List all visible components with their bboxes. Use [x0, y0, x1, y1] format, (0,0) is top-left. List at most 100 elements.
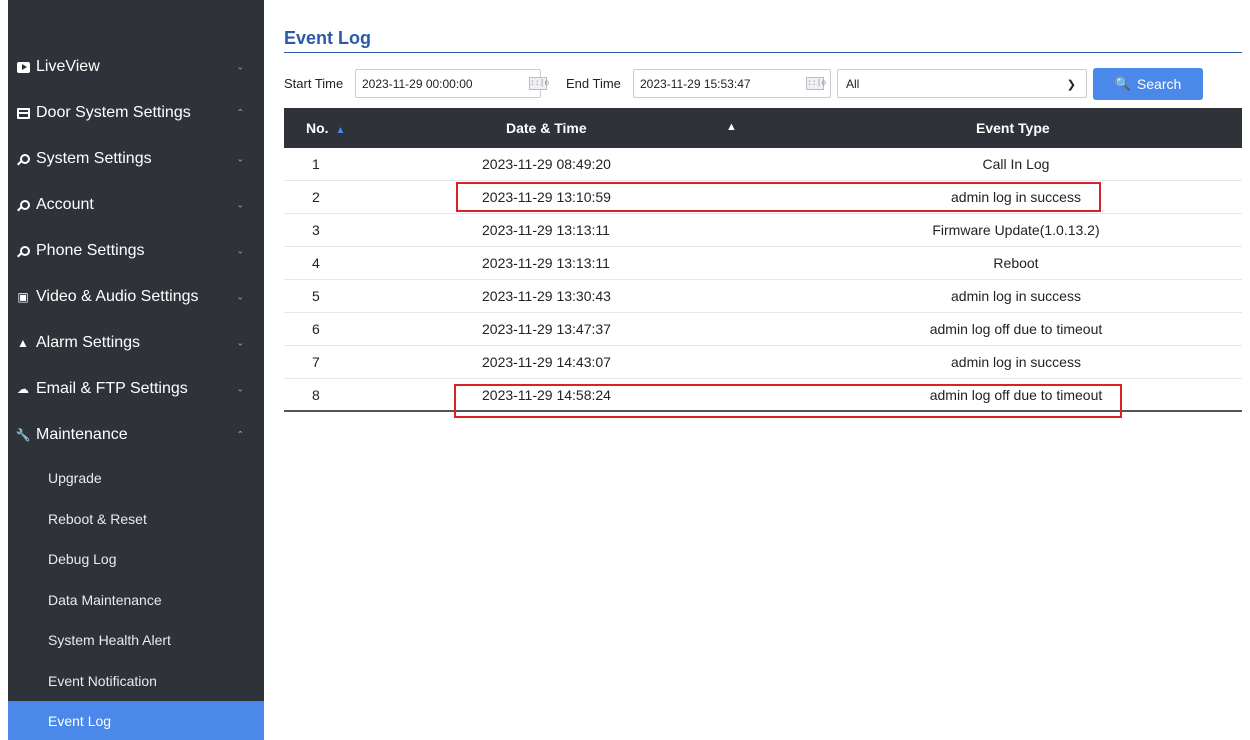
sidebar-item-video-audio-settings[interactable]: ▣ Video & Audio Settings ⌄	[8, 274, 264, 320]
submenu-item-reboot-reset[interactable]: Reboot & Reset	[8, 499, 264, 540]
camera-icon: ▣	[17, 290, 29, 304]
submenu-item-system-health-alert[interactable]: System Health Alert	[8, 620, 264, 661]
sidebar-item-label: Account	[36, 196, 94, 213]
column-header-event-type[interactable]: Event Type	[976, 120, 1050, 136]
sidebar-item-phone-settings[interactable]: Phone Settings ⌄	[8, 228, 264, 274]
key-icon	[16, 244, 30, 258]
chevron-down-icon: ⌄	[236, 245, 244, 256]
cell-datetime: 2023-11-29 13:13:11	[482, 222, 610, 238]
calendar-icon[interactable]: ::|o	[529, 77, 549, 90]
submenu-item-event-notification[interactable]: Event Notification	[8, 661, 264, 702]
cell-datetime: 2023-11-29 13:13:11	[482, 255, 610, 271]
table-row[interactable]: 2 2023-11-29 13:10:59 admin log in succe…	[284, 181, 1242, 214]
sidebar-item-email-ftp-settings[interactable]: ☁ Email & FTP Settings ⌄	[8, 366, 264, 412]
event-log-table: No. ▲ Date & Time ▲ Event Type 1 2023-11…	[284, 108, 1242, 412]
cell-event-type: admin log in success	[951, 189, 1081, 205]
end-time-label: End Time	[566, 76, 621, 91]
sidebar-item-system-settings[interactable]: System Settings ⌄	[8, 136, 264, 182]
sidebar-item-label: Phone Settings	[36, 242, 145, 259]
cell-event-type: Call In Log	[982, 156, 1050, 172]
card-icon	[16, 106, 30, 120]
sidebar-item-label: Maintenance	[36, 426, 128, 443]
table-header: No. ▲ Date & Time ▲ Event Type	[284, 108, 1242, 148]
event-type-select[interactable]: All ❯	[837, 69, 1087, 98]
cell-datetime: 2023-11-29 13:30:43	[482, 288, 611, 304]
sort-asc-icon: ▲	[335, 125, 346, 136]
key-icon	[16, 152, 30, 166]
cell-no: 1	[312, 156, 320, 172]
sidebar-item-label: Alarm Settings	[36, 334, 141, 351]
calendar-icon[interactable]: ::|o	[806, 77, 826, 90]
sidebar-item-account[interactable]: Account ⌄	[8, 182, 264, 228]
chevron-up-icon: ⌃	[236, 429, 244, 440]
chevron-down-icon: ⌄	[236, 337, 244, 348]
cell-event-type: Reboot	[993, 255, 1039, 271]
cell-no: 8	[312, 387, 320, 403]
sidebar-item-label: Door System Settings	[36, 104, 191, 121]
page-title: Event Log	[284, 28, 372, 48]
title-divider	[284, 52, 1242, 53]
table-row[interactable]: 3 2023-11-29 13:13:11 Firmware Update(1.…	[284, 214, 1242, 247]
table-row[interactable]: 5 2023-11-29 13:30:43 admin log in succe…	[284, 280, 1242, 313]
cell-datetime: 2023-11-29 14:43:07	[482, 354, 611, 370]
table-row[interactable]: 4 2023-11-29 13:13:11 Reboot	[284, 247, 1242, 280]
cell-datetime: 2023-11-29 13:47:37	[482, 321, 611, 337]
cell-datetime: 2023-11-29 14:58:24	[482, 387, 611, 403]
chevron-down-icon: ⌄	[236, 199, 244, 210]
chevron-down-icon: ⌄	[236, 61, 244, 72]
submenu-item-data-maintenance[interactable]: Data Maintenance	[8, 580, 264, 621]
start-time-label: Start Time	[284, 76, 344, 91]
table-body: 1 2023-11-29 08:49:20 Call In Log 2 2023…	[284, 148, 1242, 412]
search-button[interactable]: 🔍 Search	[1093, 68, 1203, 100]
cell-event-type: admin log off due to timeout	[929, 321, 1103, 337]
cell-event-type: Firmware Update(1.0.13.2)	[932, 222, 1100, 238]
cell-no: 5	[312, 288, 320, 304]
column-header-no[interactable]: No. ▲	[306, 120, 345, 136]
cell-datetime: 2023-11-29 13:10:59	[482, 189, 611, 205]
cell-no: 6	[312, 321, 320, 337]
bell-icon: ▲	[17, 336, 29, 350]
search-button-label: Search	[1136, 76, 1182, 92]
chevron-down-icon: ⌄	[236, 383, 244, 394]
wrench-icon: 🔧	[15, 428, 31, 442]
cell-datetime: 2023-11-29 08:49:20	[482, 156, 611, 172]
search-icon: 🔍	[1114, 76, 1131, 91]
filter-bar: Start Time ::|o End Time ::|o All ❯ 🔍 Se…	[284, 68, 1242, 100]
cell-event-type: admin log off due to timeout	[929, 387, 1103, 403]
chevron-down-icon: ❯	[1066, 79, 1076, 91]
table-row[interactable]: 6 2023-11-29 13:47:37 admin log off due …	[284, 313, 1242, 346]
main-content: Event Log Start Time ::|o End Time ::|o …	[284, 0, 1250, 740]
maintenance-submenu: Upgrade Reboot & Reset Debug Log Data Ma…	[8, 458, 264, 740]
sort-icon[interactable]: ▲	[726, 121, 737, 133]
sidebar-item-label: LiveView	[36, 58, 100, 75]
cell-no: 2	[312, 189, 320, 205]
sidebar-item-door-system-settings[interactable]: Door System Settings ⌃	[8, 90, 264, 136]
sidebar-item-liveview[interactable]: LiveView ⌄	[8, 44, 264, 90]
cell-no: 7	[312, 354, 320, 370]
table-row[interactable]: 8 2023-11-29 14:58:24 admin log off due …	[284, 379, 1242, 412]
end-time-input[interactable]	[633, 69, 831, 98]
column-header-datetime[interactable]: Date & Time	[506, 120, 587, 136]
submenu-item-debug-log[interactable]: Debug Log	[8, 539, 264, 580]
sidebar-item-label: Email & FTP Settings	[36, 380, 188, 397]
key-icon	[16, 198, 30, 212]
sidebar-item-label: System Settings	[36, 150, 152, 167]
event-type-selected: All	[846, 76, 860, 91]
sidebar-item-maintenance[interactable]: 🔧 Maintenance ⌃	[8, 412, 264, 458]
chevron-up-icon: ⌃	[236, 107, 244, 118]
cell-no: 3	[312, 222, 320, 238]
table-row[interactable]: 7 2023-11-29 14:43:07 admin log in succe…	[284, 346, 1242, 379]
start-time-input[interactable]	[355, 69, 541, 98]
submenu-item-event-log[interactable]: Event Log	[8, 701, 264, 740]
sidebar-nav: LiveView ⌄ Door System Settings ⌃ System…	[8, 44, 264, 740]
chevron-down-icon: ⌄	[236, 153, 244, 164]
column-header-label: No.	[306, 120, 329, 136]
cell-no: 4	[312, 255, 320, 271]
sidebar: LiveView ⌄ Door System Settings ⌃ System…	[8, 0, 264, 740]
cloud-icon: ☁	[17, 382, 29, 396]
cell-event-type: admin log in success	[951, 354, 1081, 370]
table-row[interactable]: 1 2023-11-29 08:49:20 Call In Log	[284, 148, 1242, 181]
submenu-item-upgrade[interactable]: Upgrade	[8, 458, 264, 499]
sidebar-item-alarm-settings[interactable]: ▲ Alarm Settings ⌄	[8, 320, 264, 366]
sidebar-item-label: Video & Audio Settings	[36, 288, 199, 305]
